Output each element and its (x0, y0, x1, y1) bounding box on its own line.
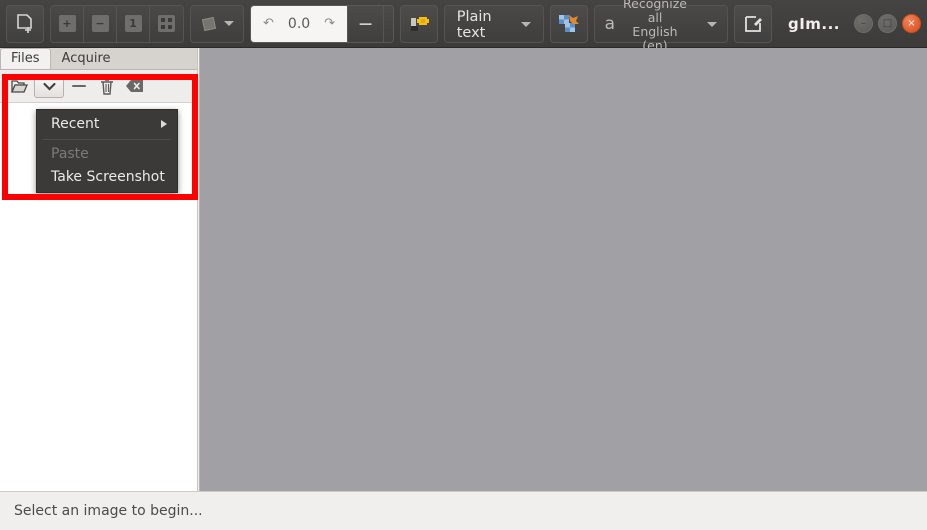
menu-item-recent[interactable]: Recent (37, 113, 177, 136)
unpaper-icon (410, 16, 429, 31)
recognize-line-1: Recognize all (623, 0, 687, 25)
menu-separator (43, 139, 171, 140)
rotate-mode-button[interactable] (190, 4, 244, 43)
menu-item-recent-label: Recent (51, 116, 100, 132)
rotate-left-icon[interactable]: ↶ (263, 16, 274, 31)
chevron-down-icon[interactable] (706, 22, 717, 27)
minimize-button[interactable]: – (854, 14, 873, 33)
files-toolbar (0, 70, 197, 103)
output-mode-inner: Plain text (445, 6, 543, 44)
application-window: + − 1 ↶ 0.0 ↷ − Plain text a Recognize a… (0, 0, 927, 530)
clear-list-button[interactable] (122, 74, 148, 98)
zoom-out-button[interactable]: − (84, 5, 117, 42)
menu-item-paste[interactable]: Paste (37, 143, 177, 166)
edit-document-icon (745, 15, 762, 32)
tab-files[interactable]: Files (0, 48, 51, 69)
zoom-in-button[interactable]: + (51, 5, 84, 42)
window-title: gIm... (787, 14, 840, 33)
chevron-down-icon (224, 21, 234, 26)
toggle-editor-button[interactable] (733, 4, 772, 43)
remove-image-button[interactable] (66, 74, 92, 98)
rotate-right-icon[interactable]: ↷ (324, 16, 335, 31)
maximize-button[interactable]: □ (878, 14, 897, 33)
add-images-dropdown-button[interactable] (34, 74, 64, 98)
one-to-one-icon: 1 (124, 15, 142, 32)
zoom-original-button[interactable]: 1 (117, 5, 150, 42)
spellcheck-button[interactable] (549, 4, 588, 43)
rotation-decrement-button[interactable]: − (347, 5, 383, 42)
rotation-value: 0.0 (287, 15, 311, 32)
delete-image-button[interactable] (94, 74, 120, 98)
clear-icon (126, 80, 143, 92)
folder-open-icon (10, 80, 28, 93)
trash-icon (101, 78, 113, 95)
rotate-mode-inner (191, 6, 243, 42)
unpaper-button[interactable] (399, 4, 438, 43)
menu-item-take-screenshot[interactable]: Take Screenshot (37, 166, 177, 189)
add-page-icon (17, 13, 32, 33)
add-page-button[interactable] (6, 4, 44, 43)
recognize-inner: a Recognize all English (en) (595, 0, 727, 52)
image-canvas[interactable] (199, 48, 927, 491)
submenu-arrow-icon (161, 120, 167, 128)
menu-item-paste-label: Paste (51, 146, 89, 162)
fit-window-icon (158, 15, 175, 32)
magic-wand-icon (558, 14, 579, 32)
recognize-language-icon: a (604, 14, 616, 34)
rotation-increment-button[interactable]: + (383, 5, 393, 42)
rotate-icon (201, 16, 217, 31)
minus-icon: − (91, 15, 109, 32)
header-bar: + − 1 ↶ 0.0 ↷ − Plain text a Recognize a… (0, 0, 927, 52)
window-controls: – □ × (854, 14, 921, 33)
plus-icon: + (58, 15, 76, 32)
output-mode-button[interactable]: Plain text (443, 4, 544, 44)
rotation-spinner[interactable]: ↶ 0.0 ↷ − + (250, 4, 394, 43)
recognize-button[interactable]: a Recognize all English (en) (593, 0, 728, 52)
rotation-stepper: − + (347, 5, 393, 42)
zoom-button-group: + − 1 (50, 4, 184, 43)
recognize-label: Recognize all English (en) (623, 0, 687, 53)
minus-icon (72, 85, 86, 87)
add-images-button[interactable] (6, 74, 32, 98)
zoom-fit-button[interactable] (150, 6, 183, 42)
status-bar: Select an image to begin... (0, 491, 927, 530)
status-message: Select an image to begin... (14, 503, 203, 519)
menu-item-take-screenshot-label: Take Screenshot (51, 169, 165, 185)
tab-acquire[interactable]: Acquire (51, 48, 122, 69)
panel-tabs: Files Acquire (0, 48, 197, 70)
chevron-down-icon (42, 82, 56, 90)
chevron-down-icon (520, 22, 531, 27)
rotation-entry[interactable]: ↶ 0.0 ↷ (251, 5, 348, 42)
close-button[interactable]: × (902, 14, 921, 33)
add-images-menu: Recent Paste Take Screenshot (36, 109, 178, 193)
output-mode-label: Plain text (456, 8, 492, 41)
